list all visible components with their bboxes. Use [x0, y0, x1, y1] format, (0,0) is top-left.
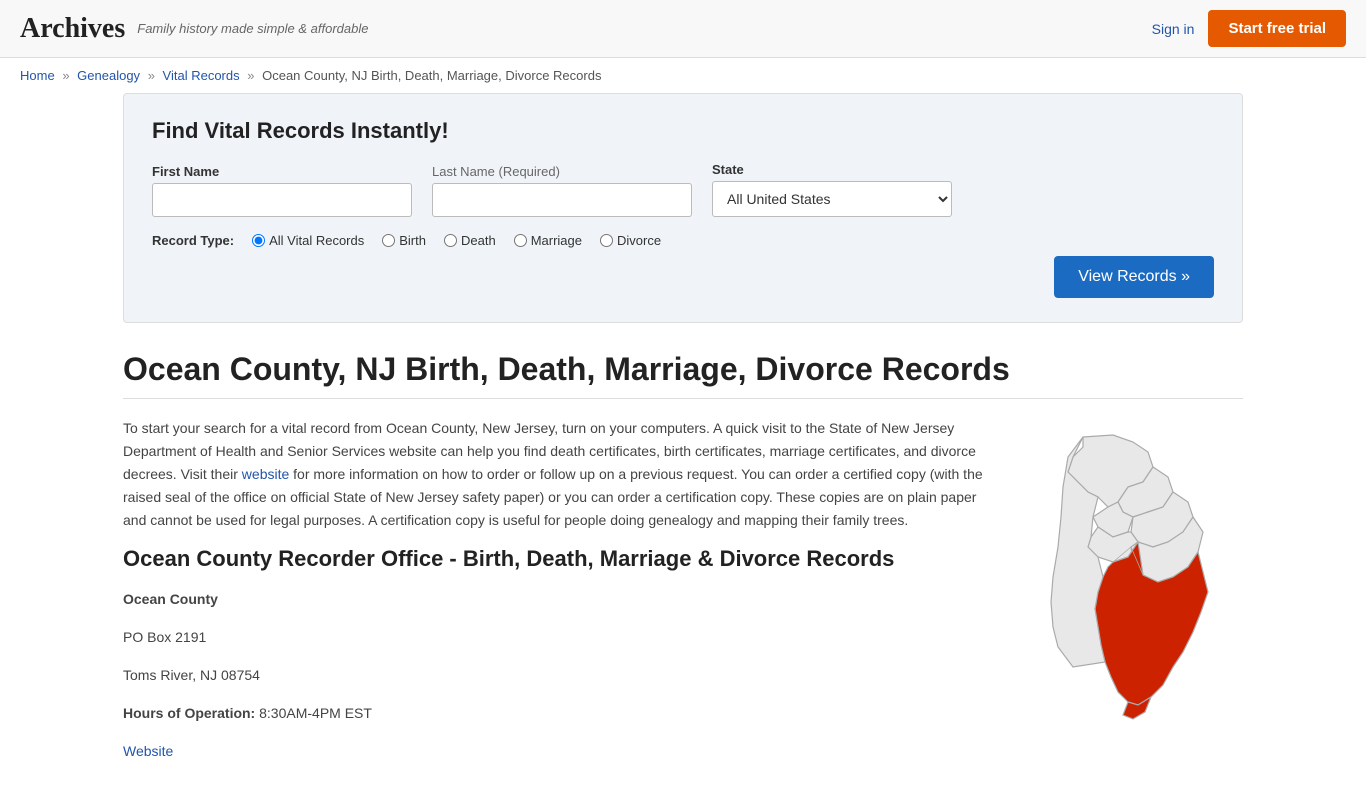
- breadcrumb-sep-1: »: [62, 68, 69, 83]
- last-name-input[interactable]: [432, 183, 692, 217]
- search-box: Find Vital Records Instantly! First Name…: [123, 93, 1243, 323]
- breadcrumb-sep-2: »: [148, 68, 155, 83]
- state-label: State: [712, 162, 1214, 177]
- nj-map-svg: [1023, 427, 1223, 737]
- radio-all-vital-input[interactable]: [252, 234, 265, 247]
- website-link[interactable]: website: [242, 466, 289, 482]
- address-line1: PO Box 2191: [123, 626, 993, 650]
- county-name: Ocean County: [123, 588, 993, 612]
- last-name-field-group: Last Name (Required): [432, 164, 692, 217]
- last-name-label: Last Name (Required): [432, 164, 692, 179]
- first-name-field-group: First Name: [152, 164, 412, 217]
- first-name-input[interactable]: [152, 183, 412, 217]
- record-type-row: Record Type: All Vital Records Birth Dea…: [152, 233, 1214, 248]
- search-fields: First Name Last Name (Required) State Al…: [152, 162, 1214, 217]
- hours-line: Hours of Operation: 8:30AM-4PM EST: [123, 702, 993, 726]
- breadcrumb: Home » Genealogy » Vital Records » Ocean…: [0, 58, 1366, 93]
- radio-divorce[interactable]: Divorce: [600, 233, 661, 248]
- site-logo: Archives: [20, 13, 125, 45]
- header-right: Sign in Start free trial: [1152, 10, 1346, 47]
- address-line2: Toms River, NJ 08754: [123, 664, 993, 688]
- nj-map: [1023, 427, 1243, 777]
- breadcrumb-current: Ocean County, NJ Birth, Death, Marriage,…: [262, 68, 601, 83]
- site-header: Archives Family history made simple & af…: [0, 0, 1366, 58]
- content-area: To start your search for a vital record …: [123, 417, 1243, 777]
- radio-marriage-input[interactable]: [514, 234, 527, 247]
- radio-all-vital[interactable]: All Vital Records: [252, 233, 364, 248]
- view-records-button[interactable]: View Records »: [1054, 256, 1214, 298]
- recorder-section-title: Ocean County Recorder Office - Birth, De…: [123, 546, 993, 572]
- state-select[interactable]: All United States: [712, 181, 952, 217]
- breadcrumb-sep-3: »: [247, 68, 254, 83]
- radio-marriage[interactable]: Marriage: [514, 233, 582, 248]
- breadcrumb-vital-records[interactable]: Vital Records: [163, 68, 240, 83]
- radio-death[interactable]: Death: [444, 233, 496, 248]
- main-content: Find Vital Records Instantly! First Name…: [103, 93, 1263, 807]
- intro-paragraph: To start your search for a vital record …: [123, 417, 993, 532]
- search-actions: View Records »: [152, 256, 1214, 298]
- page-title: Ocean County, NJ Birth, Death, Marriage,…: [123, 351, 1243, 388]
- breadcrumb-genealogy[interactable]: Genealogy: [77, 68, 140, 83]
- search-title: Find Vital Records Instantly!: [152, 118, 1214, 144]
- address-website-link[interactable]: Website: [123, 743, 173, 759]
- state-field-group: State All United States: [712, 162, 1214, 217]
- address-block: Ocean County PO Box 2191 Toms River, NJ …: [123, 588, 993, 763]
- radio-birth[interactable]: Birth: [382, 233, 426, 248]
- radio-death-input[interactable]: [444, 234, 457, 247]
- sign-in-link[interactable]: Sign in: [1152, 21, 1195, 37]
- header-left: Archives Family history made simple & af…: [20, 13, 368, 45]
- radio-divorce-input[interactable]: [600, 234, 613, 247]
- radio-birth-input[interactable]: [382, 234, 395, 247]
- content-text: To start your search for a vital record …: [123, 417, 993, 777]
- breadcrumb-home[interactable]: Home: [20, 68, 55, 83]
- title-divider: [123, 398, 1243, 399]
- site-tagline: Family history made simple & affordable: [137, 21, 368, 36]
- start-trial-button[interactable]: Start free trial: [1208, 10, 1346, 47]
- first-name-label: First Name: [152, 164, 412, 179]
- record-type-label: Record Type:: [152, 233, 234, 248]
